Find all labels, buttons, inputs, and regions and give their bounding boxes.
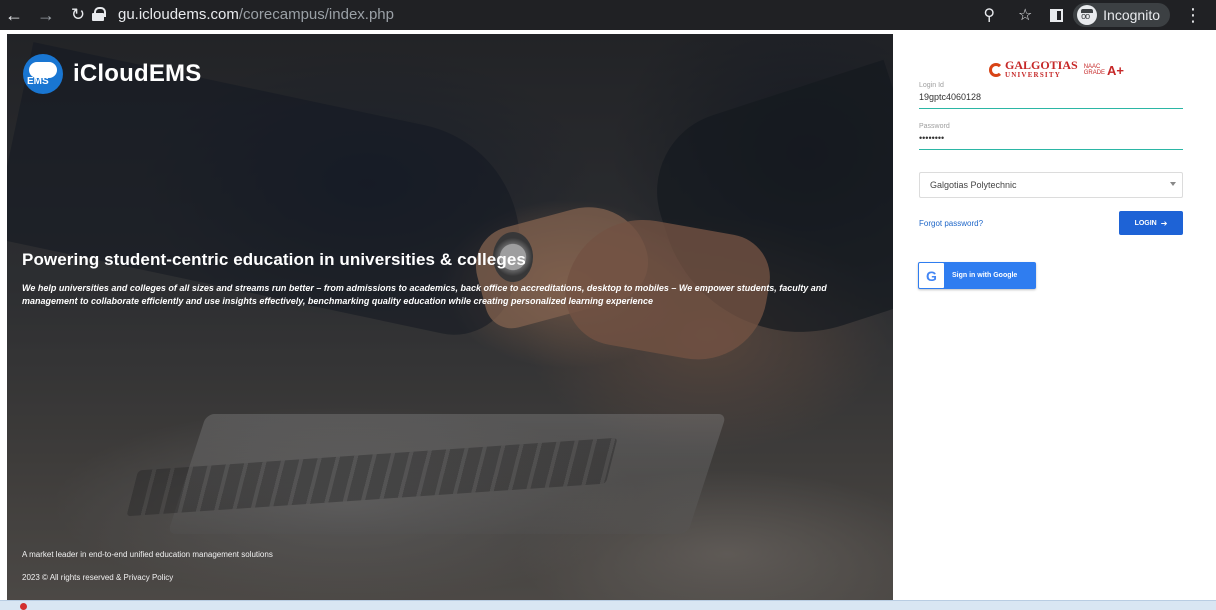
cloud-ems-icon — [23, 54, 63, 94]
hero-subtext: We help universities and colleges of all… — [22, 283, 827, 306]
password-field[interactable]: Password •••••••• — [919, 123, 1183, 150]
naac-badge: NAAC GRADE — [1084, 64, 1105, 76]
google-signin-button[interactable]: G Sign in with Google — [918, 262, 1036, 289]
forgot-password-link[interactable]: Forgot password? — [919, 219, 983, 228]
institute-selected-value: Galgotias Polytechnic — [930, 180, 1017, 190]
university-logo: GALGOTIAS UNIVERSITY NAAC GRADE A+ — [989, 59, 1125, 80]
password-label: Password — [919, 123, 950, 130]
sign-in-arrow-icon: ➔ — [1160, 218, 1168, 228]
chevron-down-icon — [1170, 182, 1176, 186]
copyright-privacy[interactable]: 2023 © All rights reserved & Privacy Pol… — [22, 573, 173, 582]
login-id-field[interactable]: Login Id 19gptc4060128 — [919, 82, 1183, 109]
hero-headline: Powering student-centric education in un… — [22, 250, 526, 269]
hero-background: iCloudEMS Powering student-centric educa… — [7, 34, 893, 600]
taskbar-strip — [0, 600, 1216, 610]
login-id-underline — [919, 108, 1183, 109]
naac-mid: GRADE — [1083, 70, 1106, 76]
lock-icon — [92, 7, 106, 21]
browser-toolbar: ← → ↻ gu.icloudems.com/corecampus/index.… — [0, 0, 1216, 30]
login-button-label: LOGIN — [1134, 219, 1157, 227]
password-input[interactable]: •••••••• — [919, 133, 1183, 145]
institute-select[interactable]: Galgotias Polytechnic — [919, 172, 1183, 198]
reload-icon[interactable]: ↻ — [66, 3, 90, 27]
brand-name: iCloudEMS — [73, 60, 202, 87]
incognito-chip[interactable]: Incognito — [1073, 3, 1170, 27]
forward-arrow-icon[interactable]: → — [34, 3, 58, 27]
google-g-icon: G — [919, 263, 944, 288]
university-logo-text: GALGOTIAS UNIVERSITY — [1005, 59, 1078, 80]
bookmark-star-icon[interactable]: ☆ — [1014, 4, 1036, 26]
zoom-search-icon[interactable]: ⚲ — [978, 4, 1000, 26]
incognito-icon — [1077, 5, 1098, 25]
address-bar[interactable]: gu.icloudems.com/corecampus/index.php — [92, 3, 962, 25]
back-arrow-icon[interactable]: ← — [2, 3, 26, 27]
page-root: ← → ↻ gu.icloudems.com/corecampus/index.… — [0, 0, 1216, 610]
password-underline — [919, 149, 1183, 150]
hero-tagline: A market leader in end-to-end unified ed… — [22, 550, 273, 559]
url-path: /corecampus/index.php — [238, 5, 394, 23]
google-signin-label: Sign in with Google — [952, 272, 1018, 279]
hero-overlay — [7, 34, 893, 600]
login-id-input[interactable]: 19gptc4060128 — [919, 92, 1183, 104]
status-dot-icon — [20, 603, 27, 610]
galgotias-g-icon — [989, 63, 1003, 77]
login-panel: GALGOTIAS UNIVERSITY NAAC GRADE A+ Login… — [893, 34, 1216, 600]
incognito-label: Incognito — [1103, 7, 1160, 23]
toolbar-actions: ⚲ ☆ Incognito ⋮ — [978, 0, 1216, 30]
naac-grade: A+ — [1107, 62, 1125, 78]
side-panel-icon[interactable] — [1050, 8, 1064, 22]
kebab-menu-icon[interactable]: ⋮ — [1184, 5, 1202, 26]
brand-logo: iCloudEMS — [23, 54, 201, 94]
url-host: gu.icloudems.com — [118, 5, 239, 23]
login-button[interactable]: LOGIN ➔ — [1119, 211, 1183, 235]
login-id-label: Login Id — [919, 82, 944, 89]
